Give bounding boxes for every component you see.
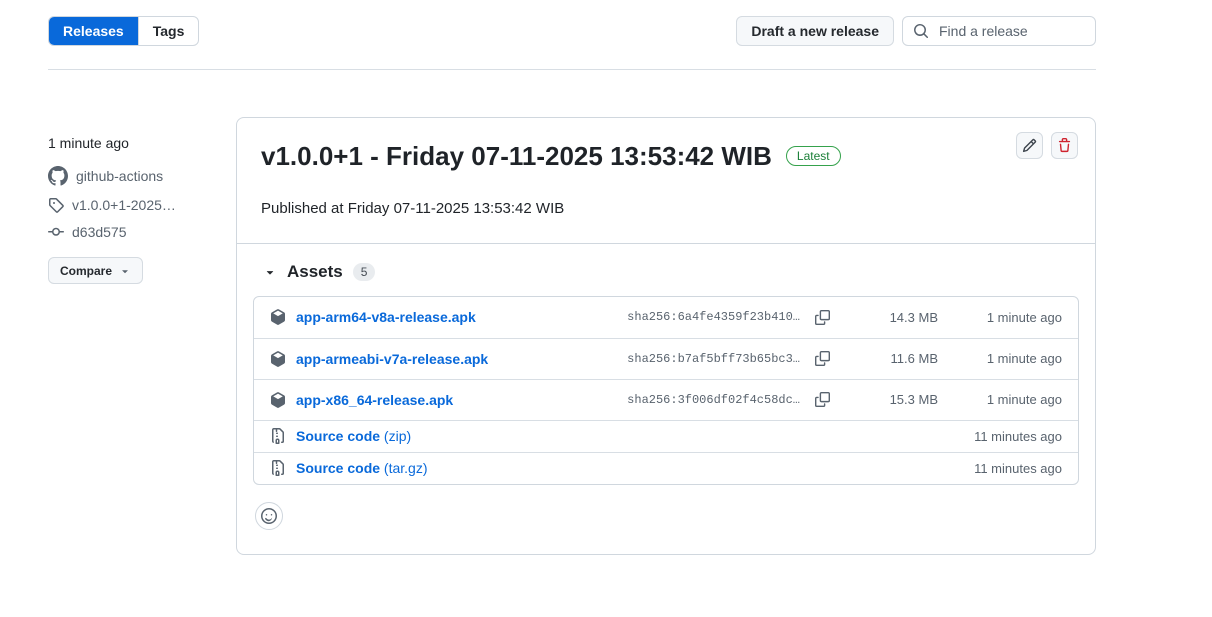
release-commit[interactable]: d63d575 xyxy=(48,224,236,240)
pencil-icon xyxy=(1022,138,1037,153)
asset-row: app-arm64-v8a-release.apk sha256:6a4fe43… xyxy=(254,297,1078,338)
source-code-targz-link[interactable]: Source code (tar.gz) xyxy=(296,460,428,476)
published-at-text: Published at Friday 07-11-2025 13:53:42 … xyxy=(261,200,1071,217)
release-author[interactable]: github-actions xyxy=(48,166,236,186)
find-release-search[interactable] xyxy=(902,16,1096,46)
edit-release-button[interactable] xyxy=(1016,132,1043,159)
asset-time: 1 minute ago xyxy=(938,392,1062,407)
copy-icon xyxy=(815,351,830,366)
assets-label: Assets xyxy=(287,262,343,282)
asset-link[interactable]: app-armeabi-v7a-release.apk xyxy=(296,351,488,367)
copy-sha-button[interactable] xyxy=(813,308,832,327)
assets-section: Assets 5 app-arm64-v8a-release.apk sha25… xyxy=(237,244,1095,554)
triangle-down-icon xyxy=(263,265,277,279)
release-actions xyxy=(1016,132,1078,159)
github-avatar xyxy=(48,166,68,186)
package-icon xyxy=(270,392,286,408)
asset-time: 1 minute ago xyxy=(938,310,1062,325)
commit-sha: d63d575 xyxy=(72,224,127,240)
latest-badge: Latest xyxy=(786,146,841,166)
asset-time: 11 minutes ago xyxy=(938,429,1062,444)
asset-time: 11 minutes ago xyxy=(938,461,1062,476)
asset-size: 11.6 MB xyxy=(846,351,938,366)
release-card: v1.0.0+1 - Friday 07-11-2025 13:53:42 WI… xyxy=(236,117,1096,555)
top-bar: Releases Tags Draft a new release xyxy=(48,0,1096,46)
assets-toggle[interactable]: Assets 5 xyxy=(253,258,1079,286)
copy-sha-button[interactable] xyxy=(813,390,832,409)
assets-list: app-arm64-v8a-release.apk sha256:6a4fe43… xyxy=(253,296,1079,485)
source-code-zip-link[interactable]: Source code (zip) xyxy=(296,428,411,444)
package-icon xyxy=(270,309,286,325)
asset-row: app-x86_64-release.apk sha256:3f006df02f… xyxy=(254,379,1078,420)
asset-row: app-armeabi-v7a-release.apk sha256:b7af5… xyxy=(254,338,1078,379)
releases-tags-switch: Releases Tags xyxy=(48,16,199,46)
release-sidebar: 1 minute ago github-actions v1.0.0+1-202… xyxy=(48,117,236,555)
source-code-label: Source code xyxy=(296,428,380,444)
tag-icon xyxy=(48,197,64,213)
asset-time: 1 minute ago xyxy=(938,351,1062,366)
package-icon xyxy=(270,351,286,367)
source-code-format: (tar.gz) xyxy=(384,460,428,476)
header-divider xyxy=(48,69,1096,70)
release-card-header: v1.0.0+1 - Friday 07-11-2025 13:53:42 WI… xyxy=(237,118,1095,244)
assets-count-badge: 5 xyxy=(353,263,376,281)
asset-size: 15.3 MB xyxy=(846,392,938,407)
commit-icon xyxy=(48,224,64,240)
tag-name: v1.0.0+1-2025… xyxy=(72,197,176,213)
file-zip-icon xyxy=(270,460,286,476)
asset-link[interactable]: app-x86_64-release.apk xyxy=(296,392,453,408)
copy-icon xyxy=(815,310,830,325)
content: 1 minute ago github-actions v1.0.0+1-202… xyxy=(48,117,1096,555)
search-input[interactable] xyxy=(937,22,1085,40)
source-code-label: Source code xyxy=(296,460,380,476)
asset-row: Source code (zip) 11 minutes ago xyxy=(254,420,1078,452)
tab-tags[interactable]: Tags xyxy=(138,17,199,45)
release-tag[interactable]: v1.0.0+1-2025… xyxy=(48,197,236,213)
search-icon xyxy=(913,23,929,39)
release-title: v1.0.0+1 - Friday 07-11-2025 13:53:42 WI… xyxy=(261,140,772,173)
asset-sha: sha256:b7af5bff73b65bc3… xyxy=(627,352,800,366)
author-name: github-actions xyxy=(76,168,163,184)
add-reaction-button[interactable] xyxy=(255,502,283,530)
release-timestamp: 1 minute ago xyxy=(48,135,236,151)
compare-label: Compare xyxy=(60,264,112,278)
asset-row: Source code (tar.gz) 11 minutes ago xyxy=(254,452,1078,484)
top-bar-actions: Draft a new release xyxy=(736,16,1096,46)
asset-size: 14.3 MB xyxy=(846,310,938,325)
delete-release-button[interactable] xyxy=(1051,132,1078,159)
trash-icon xyxy=(1057,138,1072,153)
copy-icon xyxy=(815,392,830,407)
page-container: Releases Tags Draft a new release 1 minu… xyxy=(48,0,1096,555)
asset-link[interactable]: app-arm64-v8a-release.apk xyxy=(296,309,476,325)
tab-releases[interactable]: Releases xyxy=(49,17,138,45)
chevron-down-icon xyxy=(119,265,131,277)
copy-sha-button[interactable] xyxy=(813,349,832,368)
reaction-row xyxy=(253,502,1079,530)
asset-sha: sha256:3f006df02f4c58dc… xyxy=(627,393,800,407)
asset-sha: sha256:6a4fe4359f23b410… xyxy=(627,310,800,324)
draft-new-release-button[interactable]: Draft a new release xyxy=(736,16,894,46)
source-code-format: (zip) xyxy=(384,428,411,444)
file-zip-icon xyxy=(270,428,286,444)
compare-button[interactable]: Compare xyxy=(48,257,143,284)
release-title-row: v1.0.0+1 - Friday 07-11-2025 13:53:42 WI… xyxy=(261,140,1071,173)
smiley-icon xyxy=(261,508,277,524)
